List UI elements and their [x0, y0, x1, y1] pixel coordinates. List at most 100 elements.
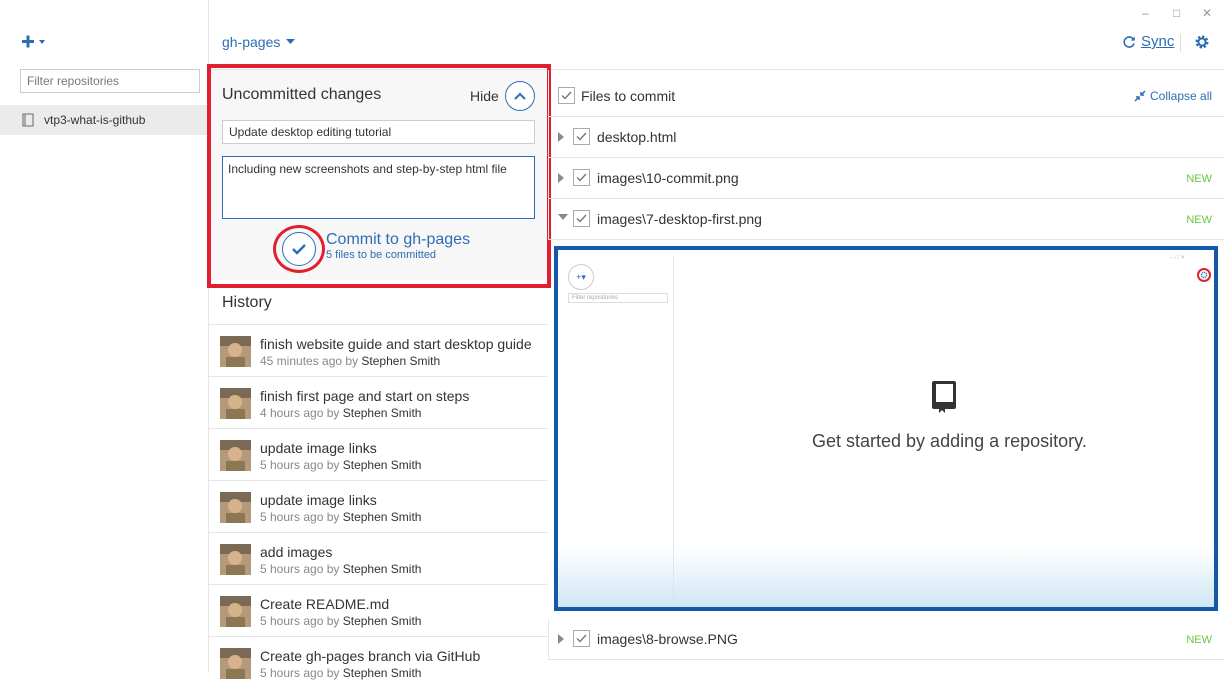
- commit-author: Stephen Smith: [342, 562, 422, 576]
- repository-name: vtp3-what-is-github: [44, 113, 146, 127]
- checkmark-icon: [576, 173, 587, 182]
- history-commit-row[interactable]: Create README.md 5 hours ago by Stephen S…: [209, 584, 547, 636]
- file-checkbox[interactable]: [573, 210, 590, 227]
- file-row[interactable]: desktop.html: [548, 117, 1224, 158]
- caret-right-icon: [558, 634, 564, 644]
- commit-time: 45 minutes ago by: [260, 354, 359, 368]
- commit-meta: 5 hours ago by Stephen Smith: [260, 614, 421, 628]
- sidebar-item-repository[interactable]: vtp3-what-is-github: [0, 105, 208, 135]
- history-commit-row[interactable]: update image links 5 hours ago by Stephen…: [209, 480, 547, 532]
- commit-message: finish website guide and start desktop g…: [260, 336, 532, 352]
- file-row[interactable]: images\8-browse.PNG NEW: [548, 619, 1224, 660]
- expand-toggle[interactable]: [558, 132, 565, 142]
- commit-file-count: 5 files to be committed: [326, 249, 437, 261]
- avatar: [220, 336, 251, 367]
- preview-filter-input: Filter repositories: [568, 293, 668, 303]
- repository-book-icon: [931, 380, 957, 414]
- hide-button[interactable]: [505, 81, 535, 111]
- hide-label[interactable]: Hide: [470, 88, 499, 104]
- commit-meta: 5 hours ago by Stephen Smith: [260, 510, 421, 524]
- expand-toggle[interactable]: [558, 214, 568, 222]
- chevron-up-icon: [514, 92, 526, 100]
- maximize-icon[interactable]: □: [1173, 6, 1180, 20]
- avatar: [220, 388, 251, 419]
- commit-meta: 5 hours ago by Stephen Smith: [260, 666, 421, 680]
- commit-message: Create README.md: [260, 596, 390, 612]
- commit-meta: 5 hours ago by Stephen Smith: [260, 458, 421, 472]
- file-checkbox[interactable]: [573, 169, 590, 186]
- file-checkbox[interactable]: [573, 630, 590, 647]
- filter-repositories-input[interactable]: [20, 69, 200, 93]
- preview-glow: [558, 547, 1214, 607]
- commit-button[interactable]: [282, 232, 316, 266]
- branch-selector[interactable]: gh-pages: [222, 34, 296, 50]
- uncommitted-title: Uncommitted changes: [222, 86, 382, 103]
- commit-author: Stephen Smith: [342, 614, 422, 628]
- checkmark-icon: [576, 132, 587, 141]
- collapse-all-button[interactable]: Collapse all: [1134, 89, 1212, 103]
- expand-toggle[interactable]: [558, 173, 565, 183]
- file-checkbox[interactable]: [573, 128, 590, 145]
- avatar: [220, 596, 251, 627]
- commit-time: 5 hours ago by: [260, 562, 340, 576]
- image-diff-preview: +▾ Filter repositories – □ ✕ Get started…: [554, 246, 1218, 611]
- commit-time: 5 hours ago by: [260, 614, 340, 628]
- preview-empty-message: Get started by adding a repository.: [812, 431, 1087, 451]
- commit-time: 4 hours ago by: [260, 406, 340, 420]
- sync-icon: [1123, 35, 1135, 48]
- history-list: finish website guide and start desktop g…: [209, 324, 547, 688]
- minimize-icon[interactable]: –: [1142, 6, 1149, 20]
- chevron-down-icon: [286, 39, 296, 44]
- commit-time: 5 hours ago by: [260, 666, 340, 680]
- caret-right-icon: [558, 173, 564, 183]
- file-row[interactable]: images\10-commit.png NEW: [548, 158, 1224, 199]
- history-commit-row[interactable]: finish first page and start on steps 4 ho…: [209, 376, 547, 428]
- sync-button[interactable]: Sync: [1122, 33, 1174, 50]
- branch-name: gh-pages: [222, 34, 281, 50]
- commit-time: 5 hours ago by: [260, 510, 340, 524]
- file-name: images\10-commit.png: [597, 170, 739, 186]
- history-commit-row[interactable]: add images 5 hours ago by Stephen Smith: [209, 532, 547, 584]
- commit-author: Stephen Smith: [342, 666, 422, 680]
- checkmark-icon: [576, 214, 587, 223]
- avatar: [220, 648, 251, 679]
- commit-author: Stephen Smith: [342, 406, 422, 420]
- sync-label: Sync: [1141, 33, 1175, 50]
- avatar: [220, 544, 251, 575]
- preview-gear-icon: [1197, 268, 1211, 282]
- file-name: desktop.html: [597, 129, 677, 145]
- history-title: History: [222, 294, 272, 311]
- expand-toggle[interactable]: [558, 634, 565, 644]
- collapse-icon: [1134, 90, 1146, 102]
- commit-summary-input[interactable]: [222, 120, 535, 144]
- commit-message: add images: [260, 544, 333, 560]
- commit-meta: 5 hours ago by Stephen Smith: [260, 562, 421, 576]
- select-all-checkbox[interactable]: [558, 87, 575, 104]
- commit-label[interactable]: Commit to gh-pages: [326, 231, 470, 249]
- commit-time: 5 hours ago by: [260, 458, 340, 472]
- commit-message: update image links: [260, 440, 377, 456]
- close-icon[interactable]: ✕: [1202, 6, 1212, 20]
- commit-author: Stephen Smith: [342, 458, 422, 472]
- file-row[interactable]: images\7-desktop-first.png NEW: [548, 199, 1224, 240]
- file-name: images\8-browse.PNG: [597, 631, 738, 647]
- avatar: [220, 492, 251, 523]
- toolbar-divider: [1180, 34, 1181, 52]
- add-repository-button[interactable]: [20, 32, 50, 52]
- commit-description-input[interactable]: Including new screenshots and step-by-st…: [222, 156, 535, 219]
- history-commit-row[interactable]: update image links 5 hours ago by Stephen…: [209, 428, 547, 480]
- caret-right-icon: [558, 132, 564, 142]
- plus-icon: [22, 35, 45, 48]
- settings-button[interactable]: [1194, 34, 1210, 50]
- checkmark-icon: [561, 91, 572, 100]
- sidebar: vtp3-what-is-github: [0, 0, 209, 672]
- history-commit-row[interactable]: Create gh-pages branch via GitHub 5 hours…: [209, 636, 547, 688]
- commit-meta: 4 hours ago by Stephen Smith: [260, 406, 421, 420]
- commit-author: Stephen Smith: [361, 354, 441, 368]
- files-to-commit-label: Files to commit: [581, 88, 676, 104]
- new-badge: NEW: [1186, 634, 1212, 646]
- commit-meta: 45 minutes ago by Stephen Smith: [260, 354, 440, 368]
- caret-down-icon: [558, 214, 568, 220]
- commit-message: finish first page and start on steps: [260, 388, 470, 404]
- history-commit-row[interactable]: finish website guide and start desktop g…: [209, 324, 547, 376]
